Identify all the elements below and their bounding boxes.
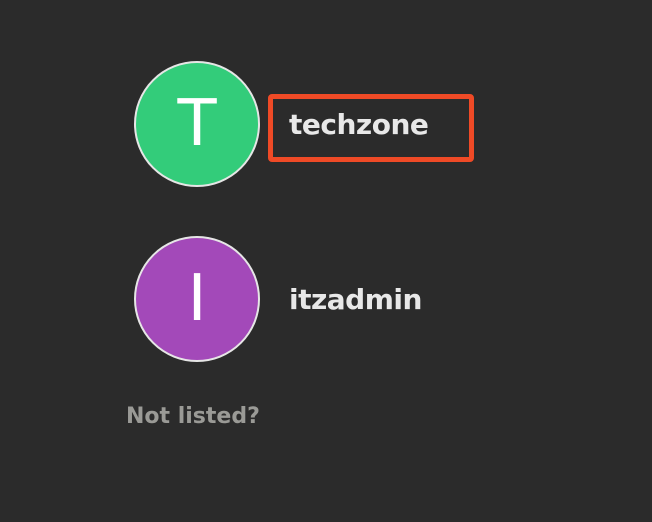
- login-user-list-screen: T techzone I itzadmin Not listed?: [0, 0, 652, 522]
- avatar-initial: T: [177, 87, 217, 161]
- not-listed-link[interactable]: Not listed?: [126, 404, 260, 429]
- username-label: techzone: [289, 107, 429, 141]
- username-label: itzadmin: [289, 282, 422, 316]
- user-entry-itzadmin[interactable]: I itzadmin: [134, 236, 422, 362]
- avatar: T: [134, 61, 260, 187]
- avatar-initial: I: [187, 262, 207, 336]
- user-entry-techzone[interactable]: T techzone: [134, 61, 429, 187]
- avatar: I: [134, 236, 260, 362]
